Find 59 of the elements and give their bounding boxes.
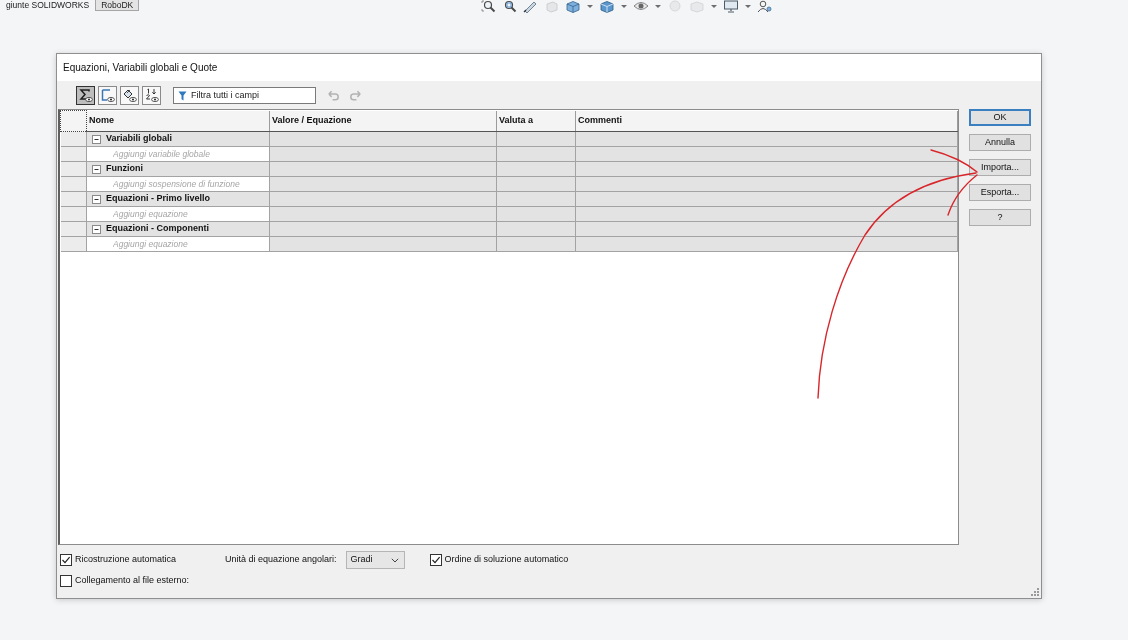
checkbox-label: Ricostruzione automatica: [75, 553, 177, 567]
column-header[interactable]: Nome: [86, 110, 270, 132]
sketch-icon: [122, 87, 137, 103]
caret-icon[interactable]: [655, 5, 662, 8]
filter-icon: [178, 90, 187, 101]
user-icon[interactable]: [757, 0, 773, 13]
pencil-icon[interactable]: [523, 0, 539, 13]
caret-icon[interactable]: [711, 5, 718, 8]
checkbox[interactable]: [60, 574, 72, 587]
field-label: Unità di equazione angolari:: [225, 553, 337, 567]
monitor-icon[interactable]: [723, 0, 740, 13]
zoom-to-fit-icon[interactable]: [481, 0, 497, 13]
group-name: Equazioni - Primo livello: [106, 192, 210, 206]
column-header[interactable]: Valuta a: [496, 110, 576, 132]
zoom-icon[interactable]: [502, 0, 518, 13]
dialog-button[interactable]: OK: [969, 109, 1031, 126]
filter-field[interactable]: Filtra tutti i campi: [173, 86, 316, 104]
view-button[interactable]: [76, 85, 95, 105]
redo-icon: [348, 88, 363, 102]
angle-units-dropdown[interactable]: Gradi: [345, 551, 405, 569]
dialog-button[interactable]: Importa...: [969, 159, 1031, 176]
caret-icon: [390, 557, 399, 563]
group-name: Equazioni - Componenti: [106, 222, 209, 236]
add-item-field[interactable]: Aggiungi equazione: [87, 207, 269, 221]
dialog-button[interactable]: Esporta...: [969, 184, 1031, 201]
checkbox-label: Ordine di soluzione automatico: [444, 553, 569, 567]
eye-icon[interactable]: [633, 0, 650, 13]
checkbox[interactable]: [60, 554, 72, 566]
collapse-icon[interactable]: [92, 194, 101, 204]
dialog-button[interactable]: Annulla: [969, 134, 1031, 151]
cube-icon[interactable]: [599, 0, 616, 13]
undo-icon: [326, 88, 341, 102]
app-tab[interactable]: giunte SOLIDWORKS: [0, 0, 96, 11]
group-name: Funzioni: [106, 162, 143, 176]
view-button[interactable]: [142, 85, 161, 105]
cube-icon[interactable]: [565, 0, 582, 13]
collapse-icon[interactable]: [92, 164, 101, 174]
column-header[interactable]: Valore / Equazione: [269, 110, 497, 132]
collapse-icon[interactable]: [92, 134, 101, 144]
checkbox[interactable]: [429, 554, 442, 566]
view-button[interactable]: [120, 85, 139, 105]
sort-icon: [144, 87, 159, 103]
sheet-icon: [100, 87, 115, 103]
add-item-field[interactable]: Aggiungi equazione: [87, 237, 269, 251]
column-header[interactable]: Commenti: [575, 110, 958, 132]
resize-grip-icon[interactable]: [1030, 587, 1039, 596]
app-tab[interactable]: RoboDK: [95, 0, 140, 11]
caret-icon[interactable]: [621, 5, 628, 8]
dialog-button[interactable]: ?: [969, 209, 1031, 226]
header-corner-cell[interactable]: [60, 110, 87, 132]
collapse-icon[interactable]: [92, 224, 101, 234]
caret-icon[interactable]: [587, 5, 594, 8]
dialog-title: Equazioni, Variabili globali e Quote: [63, 61, 218, 75]
sigma-icon: [78, 87, 93, 103]
caret-icon[interactable]: [745, 5, 752, 8]
add-item-field[interactable]: Aggiungi variabile globale: [87, 147, 269, 161]
add-item-field[interactable]: Aggiungi sospensione di funzione: [87, 177, 269, 191]
checkbox-label: Collegamento al file esterno:: [75, 574, 190, 587]
group-name: Variabili globali: [106, 132, 173, 146]
